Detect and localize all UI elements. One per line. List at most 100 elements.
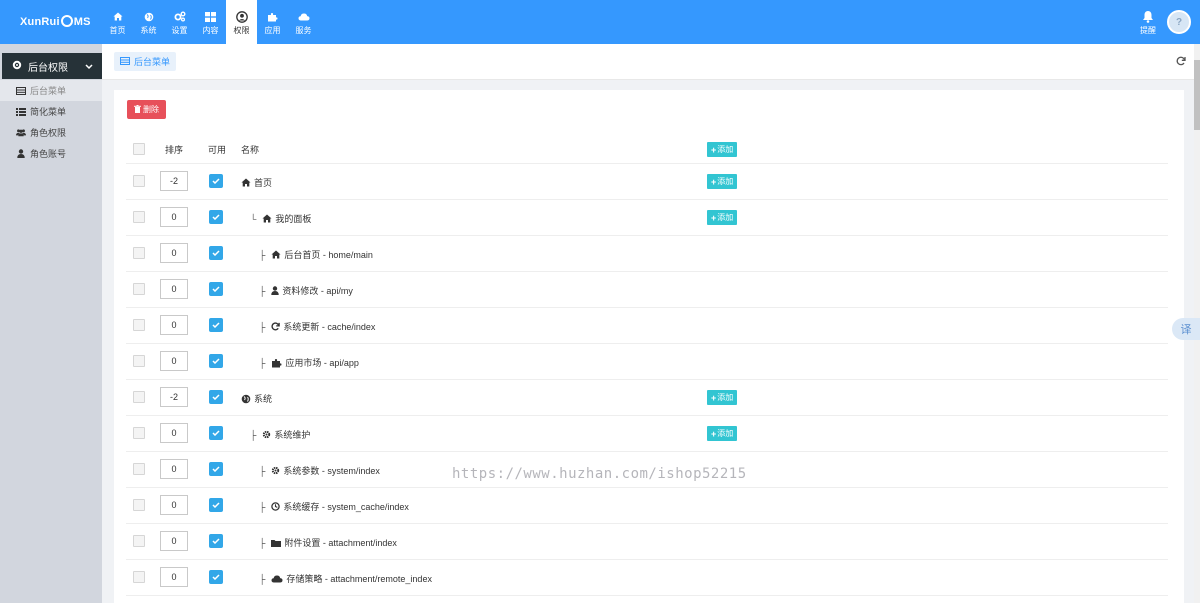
- order-input[interactable]: [160, 387, 188, 407]
- tab-backend-menu[interactable]: 后台菜单: [114, 52, 177, 71]
- add-label: 添加: [717, 177, 734, 186]
- add-top-button[interactable]: + 添加: [707, 142, 738, 157]
- row-checkbox[interactable]: [133, 319, 145, 331]
- enabled-checkbox[interactable]: [209, 426, 223, 440]
- row-checkbox[interactable]: [133, 427, 145, 439]
- nav-item-3[interactable]: 设置: [164, 0, 195, 44]
- row-checkbox[interactable]: [133, 355, 145, 367]
- row-checkbox[interactable]: [133, 463, 145, 475]
- check-icon: [212, 502, 220, 508]
- menu-name: ├ 附件设置 - attachment/index: [259, 536, 397, 549]
- menu-name: ├ 系统维护: [250, 428, 310, 441]
- enabled-checkbox[interactable]: [209, 462, 223, 476]
- nav-item-2[interactable]: 系统: [133, 0, 164, 44]
- nav-item-5[interactable]: 权限: [226, 0, 257, 44]
- cogs-icon: [173, 10, 187, 24]
- tree-connector: └: [250, 213, 257, 224]
- add-button[interactable]: + 添加: [707, 426, 738, 441]
- select-all-checkbox[interactable]: [133, 143, 145, 155]
- scrollbar-thumb[interactable]: [1194, 60, 1200, 130]
- order-input[interactable]: [160, 531, 188, 551]
- order-input[interactable]: [160, 351, 188, 371]
- nav-item-4[interactable]: 内容: [195, 0, 226, 44]
- table-row: ├ 系统更新 - cache/index: [126, 308, 1168, 344]
- menu-name: ├ 系统参数 - system/index: [259, 464, 380, 477]
- trash-icon: [134, 104, 141, 115]
- menu-name-text: 附件设置 - attachment/index: [284, 538, 397, 548]
- delete-button[interactable]: 删除: [127, 100, 166, 119]
- add-button[interactable]: + 添加: [707, 210, 738, 225]
- order-input[interactable]: [160, 423, 188, 443]
- add-button[interactable]: + 添加: [707, 174, 738, 189]
- menu-name-text: 应用市场 - api/app: [285, 358, 359, 368]
- check-icon: [212, 466, 220, 472]
- header-enabled: 可用: [208, 145, 227, 155]
- tab-bar: 后台菜单: [102, 44, 1194, 80]
- row-checkbox[interactable]: [133, 247, 145, 259]
- table-row: ├ 后台首页 - home/main: [126, 236, 1168, 272]
- nav-item-1[interactable]: 首页: [102, 0, 133, 44]
- menu-name: ├ 系统缓存 - system_cache/index: [259, 500, 409, 513]
- sidebar-item-2[interactable]: 简化菜单: [0, 101, 102, 122]
- translate-button[interactable]: 译: [1172, 318, 1200, 340]
- sidebar-item-label: 角色权限: [30, 128, 67, 138]
- order-input[interactable]: [160, 315, 188, 335]
- table-row: ├ 存储策略 - attachment/remote_index: [126, 560, 1168, 596]
- row-checkbox[interactable]: [133, 499, 145, 511]
- menu-name-text: 系统缓存 - system_cache/index: [283, 502, 409, 512]
- order-input[interactable]: [160, 171, 188, 191]
- sidebar-section-label: 后台权限: [28, 62, 68, 74]
- nav-item-label: 设置: [171, 25, 188, 35]
- order-input[interactable]: [160, 243, 188, 263]
- enabled-checkbox[interactable]: [209, 570, 223, 584]
- enabled-checkbox[interactable]: [209, 390, 223, 404]
- cog-icon: [12, 60, 22, 73]
- menu-name: 首页: [241, 176, 272, 189]
- notify-button[interactable]: 提醒: [1138, 10, 1158, 36]
- plus-icon: +: [711, 144, 717, 155]
- enabled-checkbox[interactable]: [209, 498, 223, 512]
- order-input[interactable]: [160, 495, 188, 515]
- sidebar-section-header[interactable]: 后台权限: [2, 53, 108, 79]
- tree-connector: ├: [250, 429, 257, 440]
- order-input[interactable]: [160, 567, 188, 587]
- order-input[interactable]: [160, 279, 188, 299]
- tree-connector: ├: [259, 501, 266, 512]
- menu-name-text: 系统: [254, 394, 273, 404]
- enabled-checkbox[interactable]: [209, 246, 223, 260]
- check-icon: [212, 178, 220, 184]
- sidebar-item-4[interactable]: 角色账号: [0, 143, 102, 164]
- home-icon: [262, 214, 272, 223]
- sidebar-item-1[interactable]: 后台菜单: [0, 80, 102, 101]
- add-button[interactable]: + 添加: [707, 390, 738, 405]
- tree-connector: ├: [259, 321, 266, 332]
- order-input[interactable]: [160, 459, 188, 479]
- table-row: ├ 系统缓存 - system_cache/index: [126, 488, 1168, 524]
- row-checkbox[interactable]: [133, 391, 145, 403]
- enabled-checkbox[interactable]: [209, 354, 223, 368]
- order-input[interactable]: [160, 207, 188, 227]
- menu-name-text: 首页: [254, 178, 273, 188]
- row-checkbox[interactable]: [133, 211, 145, 223]
- enabled-checkbox[interactable]: [209, 282, 223, 296]
- avatar[interactable]: ?: [1167, 10, 1191, 34]
- refresh-icon: [271, 322, 281, 331]
- row-checkbox[interactable]: [133, 283, 145, 295]
- enabled-checkbox[interactable]: [209, 174, 223, 188]
- enabled-checkbox[interactable]: [209, 318, 223, 332]
- nav-item-7[interactable]: 服务: [288, 0, 319, 44]
- plus-icon: +: [711, 212, 717, 223]
- row-checkbox[interactable]: [133, 175, 145, 187]
- watermark: https://www.huzhan.com/ishop52215: [452, 466, 747, 482]
- nav-item-label: 系统: [140, 25, 157, 35]
- logo[interactable]: XunRui MS: [20, 15, 91, 28]
- enabled-checkbox[interactable]: [209, 534, 223, 548]
- row-checkbox[interactable]: [133, 535, 145, 547]
- refresh-icon[interactable]: [1176, 56, 1186, 68]
- nav-item-6[interactable]: 应用: [257, 0, 288, 44]
- chevron-down-icon: [85, 62, 93, 73]
- sidebar-item-3[interactable]: 角色权限: [0, 122, 102, 143]
- users-icon: [16, 128, 26, 137]
- enabled-checkbox[interactable]: [209, 210, 223, 224]
- row-checkbox[interactable]: [133, 571, 145, 583]
